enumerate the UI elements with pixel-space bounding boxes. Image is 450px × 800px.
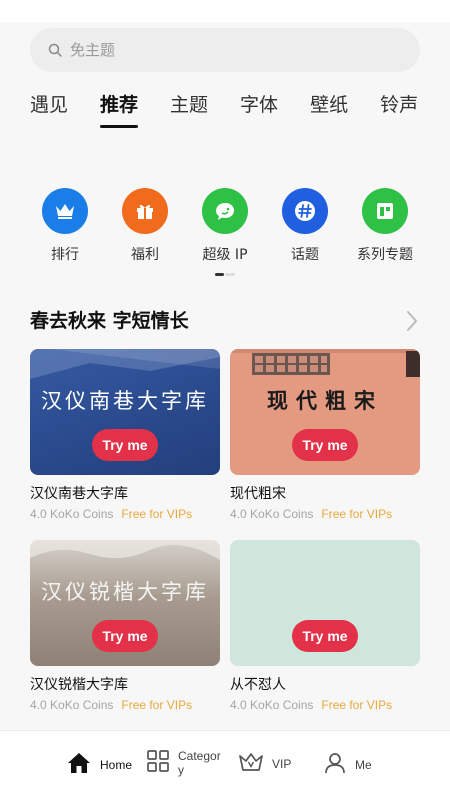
chat-bubble-icon — [202, 188, 248, 234]
section-title: 春去秋来 字短情长 — [30, 310, 189, 332]
tab-encounter[interactable]: 遇见 — [30, 88, 68, 128]
vip-free-label: Free for VIPs — [121, 507, 193, 521]
page-dot-active — [215, 273, 224, 276]
tab-themes[interactable]: 主题 — [170, 88, 208, 128]
layout-icon — [362, 188, 408, 234]
tab-fonts[interactable]: 字体 — [240, 88, 278, 128]
vip-free-label: Free for VIPs — [121, 698, 193, 712]
font-price: 4.0 KoKo Coins — [30, 698, 114, 712]
quick-link-super-ip[interactable]: 超级 IP — [190, 188, 260, 268]
font-price: 4.0 KoKo Coins — [30, 507, 114, 521]
nav-label: Category — [178, 749, 221, 777]
font-card[interactable]: 汉仪南巷大字库 Try me 汉仪南巷大字库 4.0 KoKo Coins Fre… — [30, 349, 220, 521]
vip-free-label: Free for VIPs — [321, 698, 393, 712]
font-preview[interactable]: Try me — [230, 540, 420, 666]
font-name: 现代粗宋 — [230, 486, 286, 502]
font-name: 汉仪南巷大字库 — [30, 486, 128, 502]
search-icon — [46, 41, 64, 59]
font-card[interactable]: Try me 从不怼人 4.0 KoKo Coins Free for VIPs — [230, 540, 420, 712]
nav-vip[interactable]: VIP — [238, 751, 291, 777]
vip-free-label: Free for VIPs — [321, 507, 393, 521]
font-price: 4.0 KoKo Coins — [230, 698, 314, 712]
nav-category[interactable]: Category — [146, 749, 222, 777]
building-graphic — [30, 349, 220, 379]
quick-link-label: 福利 — [131, 247, 159, 263]
font-card[interactable]: 现代粗宋 Try me 现代粗宋 4.0 KoKo Coins Free for … — [230, 349, 420, 521]
tab-recommended[interactable]: 推荐 — [100, 88, 139, 128]
home-icon — [66, 751, 92, 779]
nav-label: Home — [100, 758, 133, 772]
font-preview-text: 汉仪南巷大字库 — [41, 389, 209, 413]
page-dot — [225, 273, 235, 276]
search-input[interactable] — [70, 41, 370, 59]
try-me-button[interactable]: Try me — [92, 620, 158, 652]
vip-crown-icon — [238, 751, 264, 777]
gift-icon — [122, 188, 168, 234]
font-price: 4.0 KoKo Coins — [230, 507, 314, 521]
landscape-graphic — [30, 540, 220, 560]
quick-link-label: 超级 IP — [202, 247, 248, 263]
tab-ringtones[interactable]: 铃声 — [380, 88, 418, 128]
font-preview-text: 现代粗宋 — [267, 388, 383, 413]
search-bar[interactable] — [30, 28, 420, 72]
grid-icon — [146, 749, 170, 777]
crown-icon — [42, 188, 88, 234]
category-tabs: 遇见 推荐 主题 字体 壁纸 铃声 — [30, 88, 450, 136]
hashtag-icon — [282, 188, 328, 234]
try-me-button[interactable]: Try me — [292, 620, 358, 652]
bottom-nav: Home Category VIP Me — [0, 730, 450, 800]
nav-me[interactable]: Me — [323, 751, 372, 779]
try-me-button[interactable]: Try me — [92, 429, 158, 461]
tab-wallpapers[interactable]: 壁纸 — [310, 88, 348, 128]
try-me-button[interactable]: Try me — [292, 429, 358, 461]
quick-link-label: 系列专题 — [357, 247, 413, 263]
font-card[interactable]: 汉仪锐楷大字库 Try me 汉仪锐楷大字库 4.0 KoKo Coins Fre… — [30, 540, 220, 712]
font-preview[interactable]: 汉仪南巷大字库 Try me — [30, 349, 220, 475]
page-indicator — [215, 273, 235, 276]
font-preview[interactable]: 现代粗宋 Try me — [230, 349, 420, 475]
quick-link-label: 话题 — [291, 247, 319, 263]
font-price-row: 4.0 KoKo Coins Free for VIPs — [30, 698, 220, 712]
nav-home[interactable]: Home — [66, 751, 132, 779]
font-price-row: 4.0 KoKo Coins Free for VIPs — [230, 507, 420, 521]
font-preview[interactable]: 汉仪锐楷大字库 Try me — [30, 540, 220, 666]
quick-link-welfare[interactable]: 福利 — [110, 188, 180, 268]
chevron-right-icon[interactable] — [405, 310, 419, 336]
quick-link-series[interactable]: 系列专题 — [350, 188, 420, 268]
font-name: 汉仪锐楷大字库 — [30, 677, 128, 693]
quick-link-label: 排行 — [51, 247, 79, 263]
nav-label: VIP — [272, 757, 292, 771]
quick-link-ranking[interactable]: 排行 — [30, 188, 100, 268]
font-name: 从不怼人 — [230, 677, 286, 693]
font-price-row: 4.0 KoKo Coins Free for VIPs — [30, 507, 220, 521]
window-graphic — [230, 349, 420, 377]
user-icon — [323, 751, 347, 779]
nav-label: Me — [355, 758, 372, 772]
quick-link-topics[interactable]: 话题 — [270, 188, 340, 268]
font-price-row: 4.0 KoKo Coins Free for VIPs — [230, 698, 420, 712]
quick-links: 排行 福利 超级 IP 话题 系列专题 — [30, 188, 420, 268]
status-bar — [0, 0, 450, 22]
